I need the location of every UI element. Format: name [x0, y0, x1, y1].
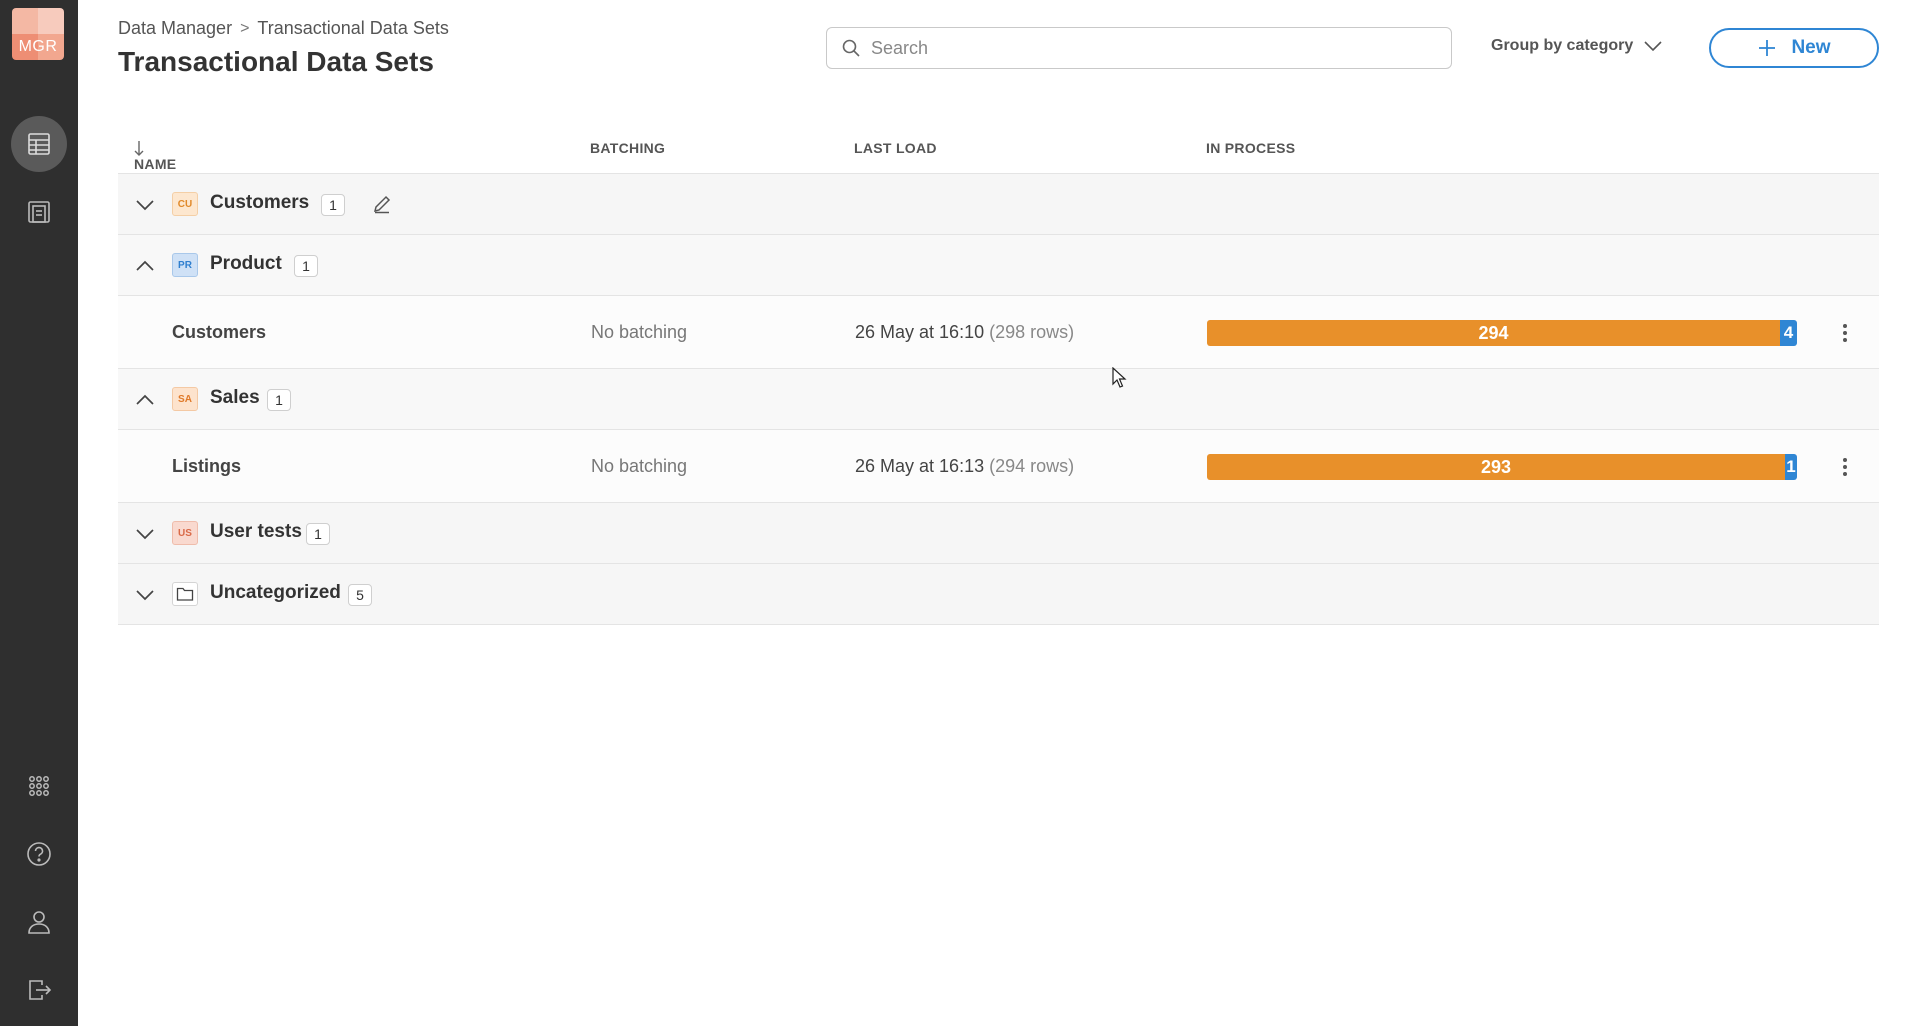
sidebar-item-logout[interactable] — [11, 962, 67, 1018]
apps-grid-icon — [29, 776, 49, 796]
category-count: 1 — [267, 389, 291, 411]
sort-arrow-down-icon — [134, 141, 144, 156]
help-icon — [27, 842, 51, 866]
last-load-time: 26 May at 16:10 — [855, 322, 985, 342]
category-row-product[interactable]: PR Product 1 — [118, 235, 1879, 296]
category-badge: CU — [172, 192, 198, 216]
chevron-down-icon[interactable] — [134, 584, 156, 606]
category-count: 1 — [306, 523, 330, 545]
page-title: Transactional Data Sets — [118, 46, 434, 77]
search-icon — [842, 39, 860, 57]
dataset-name[interactable]: Customers — [172, 322, 266, 343]
sidebar-item-pages[interactable] — [11, 184, 67, 240]
search-box[interactable] — [826, 27, 1452, 69]
new-button[interactable]: New — [1709, 28, 1879, 68]
category-badge: SA — [172, 387, 198, 411]
folder-icon — [176, 587, 194, 601]
group-by-dropdown[interactable]: Group by category — [1491, 37, 1663, 55]
group-by-label: Group by category — [1491, 37, 1634, 54]
in-process-count: 294 — [1207, 320, 1780, 346]
category-row-uncategorized[interactable]: Uncategorized 5 — [118, 564, 1879, 625]
chevron-up-icon[interactable] — [134, 255, 156, 277]
last-load-value: 26 May at 16:10 (298 rows) — [855, 322, 1074, 343]
more-options-icon[interactable] — [1836, 320, 1854, 346]
category-name: Product — [210, 253, 282, 274]
table-row[interactable]: Customers No batching 26 May at 16:10 (2… — [118, 296, 1879, 369]
app-logo-text: MGR — [18, 38, 58, 55]
queued-count: 1 — [1785, 454, 1797, 480]
column-name-label: NAME — [134, 156, 177, 172]
breadcrumb-separator: > — [240, 19, 250, 37]
breadcrumb-root[interactable]: Data Manager — [118, 18, 232, 39]
chevron-down-icon[interactable] — [134, 523, 156, 545]
column-batching[interactable]: BATCHING — [590, 140, 665, 156]
category-name: Customers — [210, 192, 310, 213]
table-header: NAME BATCHING LAST LOAD IN PROCESS — [118, 124, 1879, 174]
search-input[interactable] — [871, 37, 1431, 59]
sidebar-item-data-sets[interactable] — [11, 116, 67, 172]
category-name: Uncategorized — [210, 582, 341, 603]
column-last-load[interactable]: LAST LOAD — [854, 140, 937, 156]
breadcrumb-current: Transactional Data Sets — [257, 18, 449, 38]
user-icon — [28, 911, 50, 934]
column-in-process[interactable]: IN PROCESS — [1206, 140, 1295, 156]
in-process-bar: 294 4 — [1207, 320, 1797, 346]
breadcrumb: Data Manager > Transactional Data Sets — [118, 18, 449, 39]
category-badge: US — [172, 521, 198, 545]
category-badge — [172, 582, 198, 606]
batching-value: No batching — [591, 322, 688, 342]
plus-icon — [1759, 40, 1776, 56]
category-badge: PR — [172, 253, 198, 277]
new-button-label: New — [1791, 37, 1831, 58]
chevron-up-icon[interactable] — [134, 389, 156, 411]
app-logo[interactable]: MGR — [12, 8, 64, 60]
in-process-bar: 293 1 — [1207, 454, 1797, 480]
table-icon — [28, 133, 50, 155]
batching-value: No batching — [591, 456, 688, 476]
last-load-time: 26 May at 16:13 — [855, 456, 985, 476]
category-name: Sales — [210, 387, 260, 408]
category-count: 1 — [321, 194, 345, 216]
category-count: 5 — [348, 584, 372, 606]
queued-count: 4 — [1780, 320, 1797, 346]
column-name[interactable]: NAME — [134, 140, 176, 172]
dataset-name[interactable]: Listings — [172, 456, 241, 477]
in-process-count: 293 — [1207, 454, 1785, 480]
logout-icon — [29, 980, 52, 1000]
category-count: 1 — [294, 255, 318, 277]
sidebar-item-help[interactable] — [11, 826, 67, 882]
category-row-user-tests[interactable]: US User tests 1 — [118, 503, 1879, 564]
last-load-value: 26 May at 16:13 (294 rows) — [855, 456, 1074, 477]
category-row-customers[interactable]: CU Customers 1 — [118, 174, 1879, 235]
chevron-down-icon — [1644, 41, 1662, 52]
table-row[interactable]: Listings No batching 26 May at 16:13 (29… — [118, 430, 1879, 503]
pencil-icon[interactable] — [371, 193, 393, 215]
last-load-rows: (294 rows) — [989, 456, 1075, 476]
sidebar-item-profile[interactable] — [11, 894, 67, 950]
chevron-down-icon[interactable] — [134, 194, 156, 216]
sidebar-item-apps[interactable] — [11, 758, 67, 814]
pages-icon — [28, 201, 50, 223]
category-name: User tests — [210, 521, 302, 542]
sidebar: MGR — [0, 0, 78, 1026]
category-row-sales[interactable]: SA Sales 1 — [118, 369, 1879, 430]
mouse-cursor-icon — [1112, 367, 1127, 388]
more-options-icon[interactable] — [1836, 454, 1854, 480]
last-load-rows: (298 rows) — [989, 322, 1075, 342]
